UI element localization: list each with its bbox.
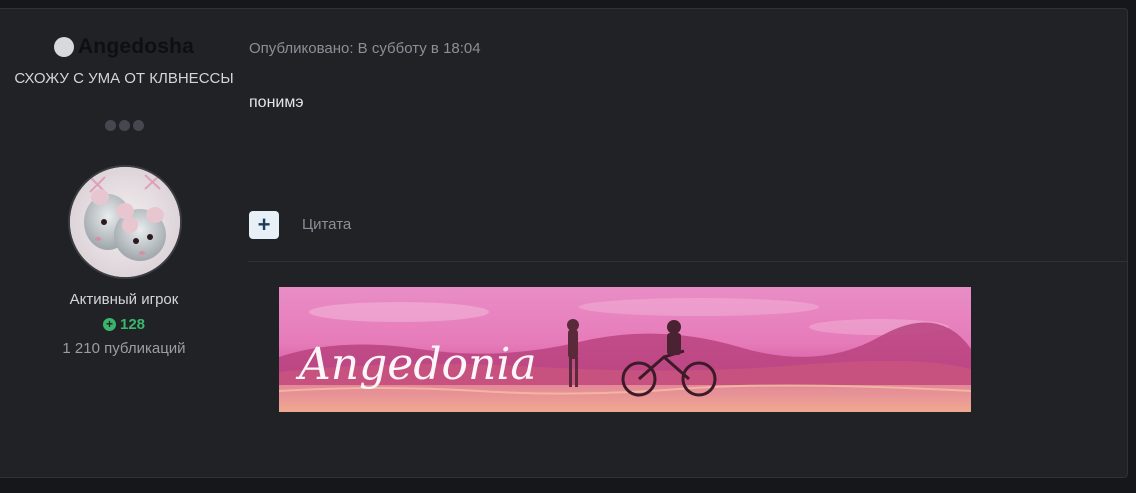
rank-pips <box>0 120 248 131</box>
author-name-row: Angedosha <box>0 35 248 59</box>
quote-link[interactable]: Цитата <box>302 216 351 233</box>
post-content: Опубликовано: В субботу в 18:04 понимэ +… <box>248 9 1127 477</box>
author-title: СХОЖУ С УМА ОТ КЛВНЕССЫ <box>14 70 234 87</box>
avatar[interactable] <box>68 165 182 279</box>
signature-text: Angedonia <box>295 339 537 390</box>
signature-image: Angedonia <box>279 287 971 412</box>
forum-post: Angedosha СХОЖУ С УМА ОТ КЛВНЕССЫ Активн… <box>0 8 1128 478</box>
rank-pip-icon <box>132 120 144 131</box>
rank-pip-icon <box>118 120 130 131</box>
signature-divider <box>248 261 1127 262</box>
post-date[interactable]: Опубликовано: В субботу в 18:04 <box>249 40 481 57</box>
author-name[interactable]: Angedosha <box>78 35 194 59</box>
reputation-badge[interactable]: + 128 <box>0 316 248 333</box>
author-post-count: 1 210 публикаций <box>62 340 186 357</box>
reputation-count: 128 <box>119 316 146 333</box>
rank-pip-icon <box>104 120 116 131</box>
avatar-image <box>70 167 180 277</box>
post-text: понимэ <box>249 94 304 111</box>
quote-button[interactable]: + <box>249 211 279 239</box>
plus-circle-icon: + <box>102 318 116 331</box>
page: Angedosha СХОЖУ С УМА ОТ КЛВНЕССЫ Активн… <box>0 0 1136 493</box>
signature-banner: Angedonia <box>279 287 971 412</box>
author-rank: Активный игрок <box>69 291 179 308</box>
online-status-icon <box>53 37 74 57</box>
author-panel: Angedosha СХОЖУ С УМА ОТ КЛВНЕССЫ Активн… <box>0 9 248 477</box>
